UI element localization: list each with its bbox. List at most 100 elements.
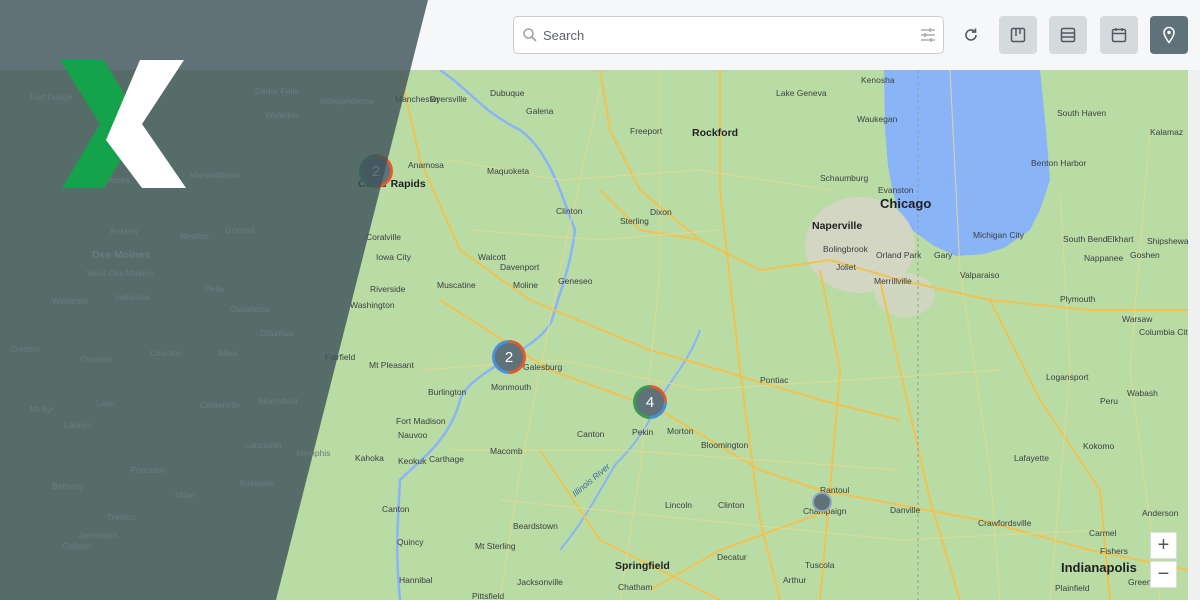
city-label: Waukegan	[857, 114, 898, 124]
city-label: Beardstown	[513, 521, 558, 531]
city-label: Clinton	[718, 500, 745, 510]
city-label: Mt Sterling	[475, 541, 516, 551]
city-label: Joliet	[836, 262, 856, 272]
city-label: Merrillville	[874, 276, 912, 286]
city-label: Kenosha	[861, 75, 895, 85]
calendar-view-icon	[1111, 28, 1127, 43]
city-label: Lake Geneva	[776, 88, 827, 98]
city-label: Plymouth	[1060, 294, 1096, 304]
map-pin-icon	[1163, 26, 1175, 44]
city-label: Iowa City	[376, 252, 411, 262]
search-icon	[523, 28, 537, 42]
kanban-view-button[interactable]	[999, 16, 1037, 54]
zoom-in-button[interactable]: +	[1150, 532, 1177, 559]
city-label: Crawfordsville	[978, 518, 1032, 528]
city-label: Schaumburg	[820, 173, 869, 183]
city-label: Evanston	[878, 185, 914, 195]
city-label: Rockford	[692, 127, 739, 139]
kanban-view-icon	[1010, 27, 1026, 43]
calendar-view-button[interactable]	[1100, 16, 1138, 54]
city-label: Valparaiso	[960, 270, 1000, 280]
city-label: South Bend	[1063, 234, 1108, 244]
city-label: Galena	[526, 106, 554, 116]
city-label: Nappanee	[1084, 253, 1124, 263]
map-cluster-marker[interactable]: 4	[633, 385, 667, 419]
city-label: Washington	[350, 300, 395, 310]
city-label: Quincy	[397, 537, 424, 547]
map-cluster-marker[interactable]: 2	[492, 340, 526, 374]
city-label: Chatham	[618, 582, 653, 592]
city-label: Benton Harbor	[1031, 158, 1087, 168]
city-label: Naperville	[812, 220, 863, 232]
city-label: Anderson	[1142, 508, 1179, 518]
city-label: Coralville	[366, 232, 401, 242]
city-label: Chicago	[880, 196, 932, 211]
city-label: Columbia City	[1139, 327, 1188, 337]
map-view-button[interactable]	[1150, 16, 1188, 54]
city-label: Keokuk	[398, 456, 427, 466]
city-label: Kalamaz	[1150, 127, 1184, 137]
city-label: Lincoln	[665, 500, 692, 510]
city-label: Pittsfield	[472, 591, 505, 600]
city-label: Kahoka	[355, 453, 384, 463]
city-label: Anamosa	[408, 160, 444, 170]
zoom-out-button[interactable]: −	[1150, 561, 1177, 588]
city-label: Lafayette	[1014, 453, 1049, 463]
map-location-marker[interactable]	[812, 492, 832, 512]
city-label: Sterling	[620, 216, 649, 226]
city-label: Carmel	[1089, 528, 1117, 538]
city-label: Warsaw	[1122, 314, 1153, 324]
cluster-count: 4	[636, 388, 664, 416]
city-label: Monmouth	[491, 382, 532, 392]
city-label: Freeport	[630, 126, 663, 136]
list-view-icon	[1060, 27, 1076, 43]
city-label: Bolingbrook	[823, 244, 868, 254]
city-label: Fishers	[1100, 546, 1128, 556]
filter-sliders-icon[interactable]	[920, 27, 936, 43]
city-label: Tuscola	[805, 560, 835, 570]
refresh-icon[interactable]	[961, 25, 981, 45]
city-label: Orland Park	[876, 250, 922, 260]
city-label: Wabash	[1127, 388, 1158, 398]
city-label: Arthur	[783, 575, 807, 585]
city-label: Mt Pleasant	[369, 360, 414, 370]
city-label: Clinton	[556, 206, 583, 216]
city-label: Burlington	[428, 387, 467, 397]
city-label: Bloomington	[701, 440, 749, 450]
city-label: Pekin	[632, 427, 654, 437]
city-label: Jacksonville	[517, 577, 563, 587]
city-label: Decatur	[717, 552, 747, 562]
city-label: Morton	[667, 426, 694, 436]
logo-white-stroke	[106, 60, 186, 188]
city-label: Fort Madison	[396, 416, 446, 426]
city-label: Dixon	[650, 207, 672, 217]
city-label: Peru	[1100, 396, 1118, 406]
city-label: Muscatine	[437, 280, 476, 290]
cluster-count: 2	[495, 343, 523, 371]
city-label: Pontiac	[760, 375, 789, 385]
city-label: Davenport	[500, 262, 540, 272]
cluster-count: 2	[362, 157, 390, 185]
city-label: Canton	[382, 504, 410, 514]
city-label: Canton	[577, 429, 605, 439]
city-label: Indianapolis	[1061, 560, 1137, 575]
brand-logo	[60, 60, 186, 188]
city-label: Plainfield	[1055, 583, 1090, 593]
city-label: Walcott	[478, 252, 507, 262]
city-label: Springfield	[615, 560, 670, 572]
city-label: Nauvoo	[398, 430, 428, 440]
city-label: Riverside	[370, 284, 406, 294]
city-label: Macomb	[490, 446, 523, 456]
city-label: Carthage	[429, 454, 464, 464]
search-box[interactable]	[513, 16, 944, 54]
city-label: Danville	[890, 505, 921, 515]
city-label: Kokomo	[1083, 441, 1115, 451]
city-label: Goshen	[1130, 250, 1160, 260]
map-cluster-marker[interactable]: 2	[359, 154, 393, 188]
city-label: Michigan City	[973, 230, 1025, 240]
list-view-button[interactable]	[1049, 16, 1087, 54]
city-label: Dubuque	[490, 88, 525, 98]
city-label: Shipshewa	[1147, 236, 1188, 246]
search-input[interactable]	[542, 17, 912, 53]
city-label: Geneseo	[558, 276, 593, 286]
